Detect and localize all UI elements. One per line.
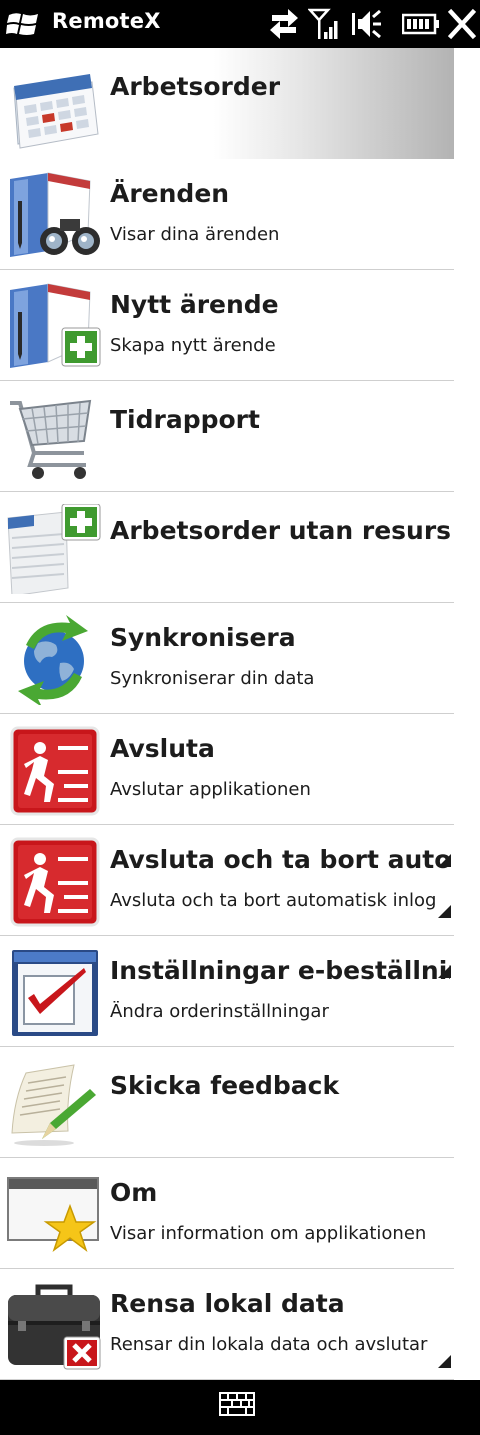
binoculars-book-icon xyxy=(10,172,100,257)
menu-item-title: Tidrapport xyxy=(110,405,260,434)
overflow-indicator-icon xyxy=(438,854,451,867)
menu-item-title: Arbetsorder xyxy=(110,72,281,101)
document-add-icon xyxy=(7,504,101,594)
signal-icon[interactable] xyxy=(308,7,340,41)
menu-item-title: Inställningar e-beställnin xyxy=(110,956,450,985)
menu-item-title: Avsluta xyxy=(110,734,215,763)
menu-item-synkronisera[interactable]: Synkronisera Synkroniserar din data xyxy=(0,603,454,714)
connectivity-icon[interactable] xyxy=(268,7,300,41)
menu-item-nytt-arende[interactable]: Nytt ärende Skapa nytt ärende xyxy=(0,270,454,381)
menu-item-title: Om xyxy=(110,1178,158,1207)
menu-item-title: Rensa lokal data xyxy=(110,1289,345,1318)
menu-item-arbetsorder[interactable]: Arbetsorder xyxy=(0,48,454,160)
menu-item-title: Arbetsorder utan resurs xyxy=(110,516,452,545)
menu-item-subtitle: Avslutar applikationen xyxy=(110,779,311,800)
exit-icon xyxy=(10,837,100,927)
menu-item-title: Ärenden xyxy=(110,179,230,208)
menu-item-title: Synkronisera xyxy=(110,623,296,652)
menu-item-tidrapport[interactable]: Tidrapport xyxy=(0,381,454,492)
menu-item-arbetsorder-utan-resurs[interactable]: Arbetsorder utan resurs xyxy=(0,492,454,603)
menu-item-subtitle: Visar dina ärenden xyxy=(110,224,280,245)
screen: RemoteX Arbetsorder Ärenden Visar dina ä… xyxy=(0,0,480,1435)
speaker-muted-icon[interactable] xyxy=(350,7,382,41)
menu-item-rensa-lokal-data[interactable]: Rensa lokal data Rensar din lokala data … xyxy=(0,1269,454,1380)
menu-item-subtitle: Rensar din lokala data och avslutar xyxy=(110,1334,428,1355)
overflow-indicator-icon xyxy=(438,1355,451,1368)
book-add-icon xyxy=(10,283,101,368)
overflow-indicator-icon xyxy=(438,905,451,918)
exit-icon xyxy=(10,726,100,816)
menu-item-subtitle: Ändra orderinställningar xyxy=(110,1001,329,1022)
menu-item-subtitle: Skapa nytt ärende xyxy=(110,335,276,356)
menu-item-skicka-feedback[interactable]: Skicka feedback xyxy=(0,1047,454,1158)
menu-list: Arbetsorder Ärenden Visar dina ärenden N… xyxy=(0,48,480,1380)
app-title: RemoteX xyxy=(52,9,161,33)
checkbox-window-icon xyxy=(12,950,98,1036)
window-star-icon xyxy=(7,1177,99,1253)
close-icon[interactable] xyxy=(448,7,476,41)
windows-start-icon[interactable] xyxy=(6,9,40,39)
keyboard-icon[interactable] xyxy=(219,1392,255,1416)
briefcase-delete-icon xyxy=(8,1284,101,1370)
bottom-bar xyxy=(0,1380,480,1435)
battery-icon[interactable] xyxy=(402,7,440,41)
menu-item-subtitle: Visar information om applikationen xyxy=(110,1223,427,1244)
menu-item-subtitle: Avsluta och ta bort automatisk inlog xyxy=(110,890,437,911)
menu-item-title: Nytt ärende xyxy=(110,290,279,319)
menu-item-title: Skicka feedback xyxy=(110,1071,340,1100)
overflow-indicator-icon xyxy=(438,965,451,978)
menu-item-avsluta-och-ta-bort-auto[interactable]: Avsluta och ta bort auto Avsluta och ta … xyxy=(0,825,454,936)
paper-pen-icon xyxy=(11,1064,96,1146)
menu-item-title: Avsluta och ta bort auto xyxy=(110,845,450,874)
globe-sync-icon xyxy=(18,615,88,705)
calendar-icon xyxy=(13,74,99,149)
menu-item-om[interactable]: Om Visar information om applikationen xyxy=(0,1158,454,1269)
menu-item-arenden[interactable]: Ärenden Visar dina ärenden xyxy=(0,159,454,270)
menu-item-avsluta[interactable]: Avsluta Avslutar applikationen xyxy=(0,714,454,825)
menu-item-subtitle: Synkroniserar din data xyxy=(110,668,315,689)
status-bar: RemoteX xyxy=(0,0,480,48)
shopping-cart-icon xyxy=(10,399,92,479)
menu-item-installningar[interactable]: Inställningar e-beställnin Ändra orderin… xyxy=(0,936,454,1047)
